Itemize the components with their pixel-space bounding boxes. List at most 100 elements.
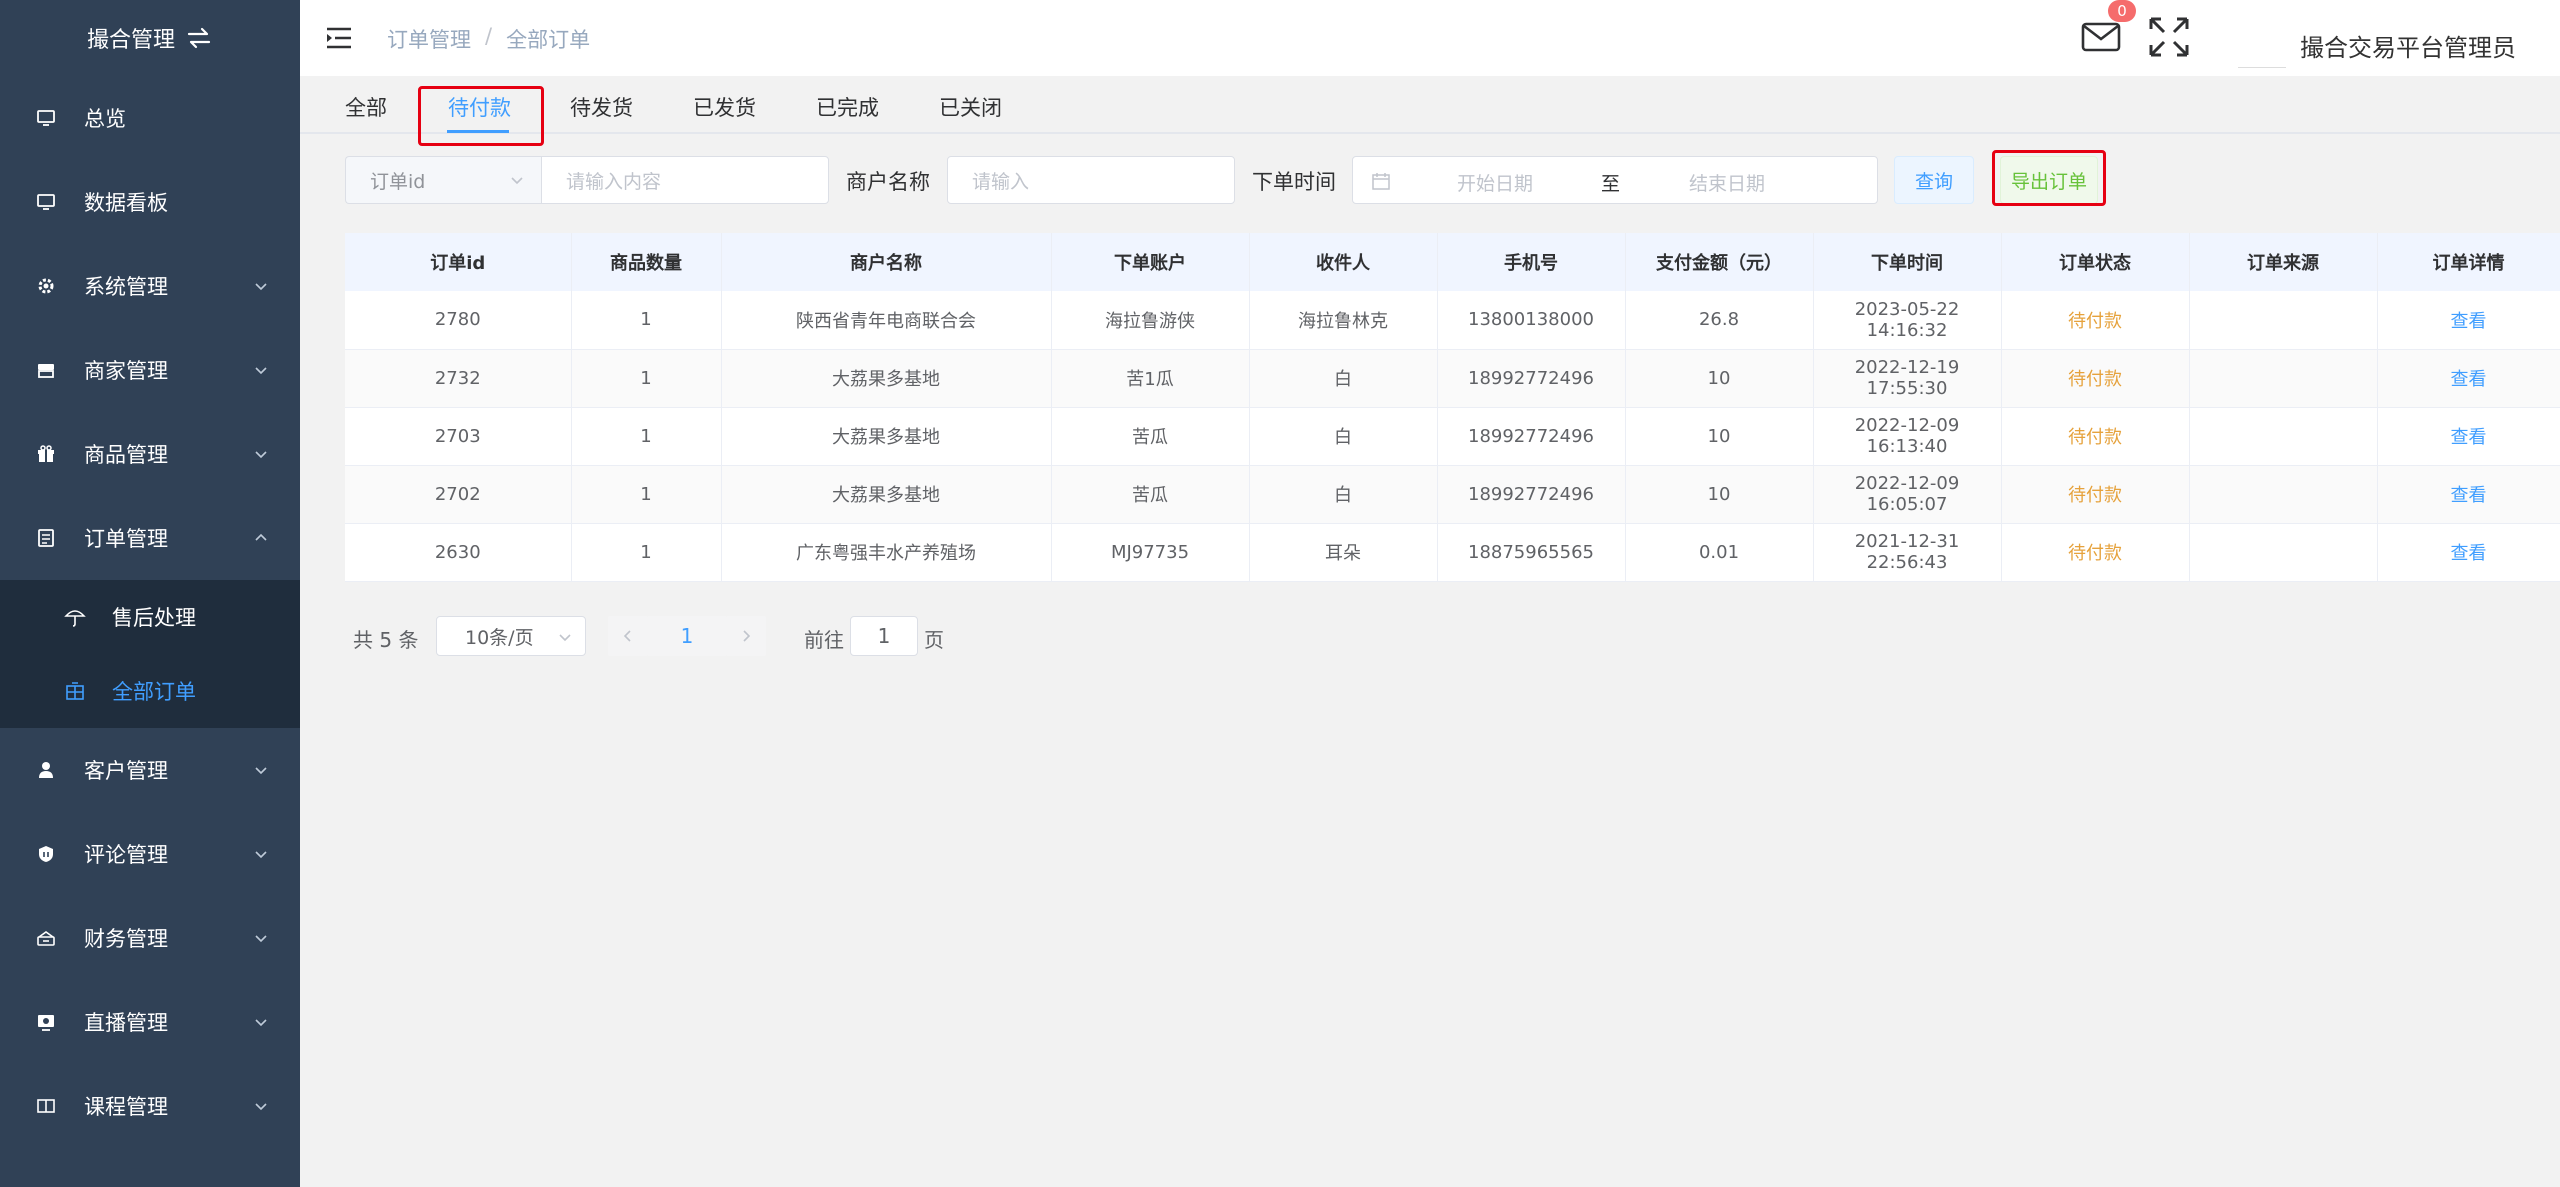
- order-id-cell: 2780: [345, 291, 572, 350]
- breadcrumb-separator: /: [485, 24, 493, 48]
- account-cell: MJ97735: [1051, 523, 1250, 582]
- sidebar-item-orders[interactable]: 订单管理: [0, 496, 300, 580]
- top-header: 订单管理 / 全部订单 0 撮合交易平台管理员: [300, 0, 2560, 76]
- merchant-name-placeholder: 请输入: [972, 170, 1030, 193]
- user-icon: [34, 758, 58, 782]
- view-link[interactable]: 查看: [2451, 427, 2487, 448]
- sidebar-item-finance[interactable]: 财务管理: [0, 896, 300, 980]
- status-cell: 待付款: [2001, 291, 2190, 350]
- store-icon: [34, 358, 58, 382]
- chevron-down-icon: [255, 451, 267, 459]
- sidebar-item-courses[interactable]: 课程管理: [0, 1064, 300, 1148]
- query-button[interactable]: 查询: [1894, 156, 1974, 204]
- amount-cell: 10: [1625, 465, 1814, 524]
- sidebar-item-merchant[interactable]: 商家管理: [0, 328, 300, 412]
- amount-cell: 10: [1625, 349, 1814, 408]
- logo[interactable]: 撮合管理: [0, 0, 300, 76]
- date-range-separator: 至: [1601, 173, 1621, 195]
- account-cell: 海拉鲁游侠: [1051, 291, 1250, 350]
- breadcrumb-item: 全部订单: [506, 28, 591, 52]
- sidebar-item-comments[interactable]: 评论管理: [0, 812, 300, 896]
- recipient-cell: 耳朵: [1249, 523, 1438, 582]
- quantity-cell: 1: [571, 407, 722, 466]
- end-date-input[interactable]: 结束日期: [1689, 169, 1765, 196]
- chevron-down-icon: [255, 935, 267, 943]
- sidebar-subitem-after-sale[interactable]: 售后处理: [0, 580, 300, 654]
- sidebar-item-customers[interactable]: 客户管理: [0, 728, 300, 812]
- sidebar-item-goods[interactable]: 商品管理: [0, 412, 300, 496]
- amount-cell: 0.01: [1625, 523, 1814, 582]
- sidebar-item-overview[interactable]: 总览: [0, 76, 300, 160]
- phone-cell: 18992772496: [1437, 349, 1626, 408]
- start-date-input[interactable]: 开始日期: [1457, 169, 1533, 196]
- next-page-button[interactable]: [726, 616, 766, 656]
- search-content-input[interactable]: 请输入内容: [541, 156, 829, 204]
- table-header-row: 订单id 商品数量 商户名称 下单账户 收件人 手机号 支付金额（元） 下单时间…: [345, 233, 2560, 291]
- order-time-cell: 2022-12-09 16:05:07: [1813, 465, 2002, 524]
- username[interactable]: 撮合交易平台管理员: [2300, 28, 2516, 63]
- quantity-cell: 1: [571, 349, 722, 408]
- tab-shipped[interactable]: 已发货: [693, 92, 756, 122]
- source-cell: [2189, 349, 2378, 408]
- column-header: 订单id: [345, 233, 572, 291]
- book-icon: [34, 1094, 58, 1118]
- table-row: 2702 1 大荔果多基地 苦瓜 白 18992772496 10 2022-1…: [345, 465, 2560, 524]
- search-field-select-value: 订单id: [370, 170, 426, 193]
- amount-cell: 10: [1625, 407, 1814, 466]
- chevron-down-icon: [255, 1019, 267, 1027]
- fullscreen-icon[interactable]: [2148, 16, 2190, 58]
- source-cell: [2189, 465, 2378, 524]
- monitor-icon: [34, 106, 58, 130]
- quantity-cell: 1: [571, 291, 722, 350]
- sidebar-item-live[interactable]: 直播管理: [0, 980, 300, 1064]
- merchant-label: 商户名称: [846, 170, 930, 194]
- date-range-picker[interactable]: 开始日期 至 结束日期: [1352, 156, 1878, 204]
- avatar[interactable]: [2238, 10, 2286, 68]
- detail-cell: 查看: [2377, 465, 2560, 524]
- page-number[interactable]: 1: [648, 616, 726, 656]
- view-link[interactable]: 查看: [2451, 485, 2487, 506]
- view-link[interactable]: 查看: [2451, 311, 2487, 332]
- sidebar-subitem-all-orders[interactable]: 全部订单: [0, 654, 300, 728]
- column-header: 商品数量: [571, 233, 722, 291]
- page-size-select[interactable]: 10条/页: [436, 616, 586, 656]
- status-cell: 待付款: [2001, 465, 2190, 524]
- breadcrumb-item[interactable]: 订单管理: [387, 24, 471, 54]
- tab-all[interactable]: 全部: [345, 92, 387, 122]
- chevron-down-icon: [511, 177, 523, 185]
- grid-icon: [64, 680, 86, 702]
- menu-toggle-icon[interactable]: [326, 26, 352, 50]
- recipient-cell: 白: [1249, 407, 1438, 466]
- tab-closed[interactable]: 已关闭: [939, 92, 1002, 122]
- search-field-select[interactable]: 订单id: [345, 156, 541, 204]
- monitor-icon: [34, 190, 58, 214]
- merchant-cell: 广东粤强丰水产养殖场: [721, 523, 1052, 582]
- view-link[interactable]: 查看: [2451, 369, 2487, 390]
- sidebar-item-label: 商家管理: [84, 359, 168, 383]
- sidebar-item-label: 数据看板: [84, 191, 168, 215]
- detail-cell: 查看: [2377, 523, 2560, 582]
- chevron-up-icon: [255, 533, 267, 541]
- source-cell: [2189, 523, 2378, 582]
- mail-icon[interactable]: [2080, 16, 2122, 56]
- source-cell: [2189, 291, 2378, 350]
- chevron-down-icon: [255, 851, 267, 859]
- sidebar-item-label: 订单管理: [84, 527, 168, 551]
- phone-cell: 18992772496: [1437, 407, 1626, 466]
- view-link[interactable]: 查看: [2451, 543, 2487, 564]
- column-header: 收件人: [1249, 233, 1438, 291]
- sidebar-item-dashboard[interactable]: 数据看板: [0, 160, 300, 244]
- goto-page-input[interactable]: 1: [850, 616, 918, 656]
- tab-pending-shipment[interactable]: 待发货: [570, 92, 633, 122]
- mail-badge: 0: [2108, 0, 2136, 22]
- page-size-value: 10条/页: [465, 626, 534, 649]
- sidebar-item-system[interactable]: 系统管理: [0, 244, 300, 328]
- tab-completed[interactable]: 已完成: [816, 92, 879, 122]
- column-header: 商户名称: [721, 233, 1052, 291]
- sidebar-item-label: 商品管理: [84, 443, 168, 467]
- column-header: 下单账户: [1051, 233, 1250, 291]
- merchant-name-input[interactable]: 请输入: [947, 156, 1235, 204]
- amount-cell: 26.8: [1625, 291, 1814, 350]
- prev-page-button[interactable]: [608, 616, 648, 656]
- chevron-down-icon: [255, 367, 267, 375]
